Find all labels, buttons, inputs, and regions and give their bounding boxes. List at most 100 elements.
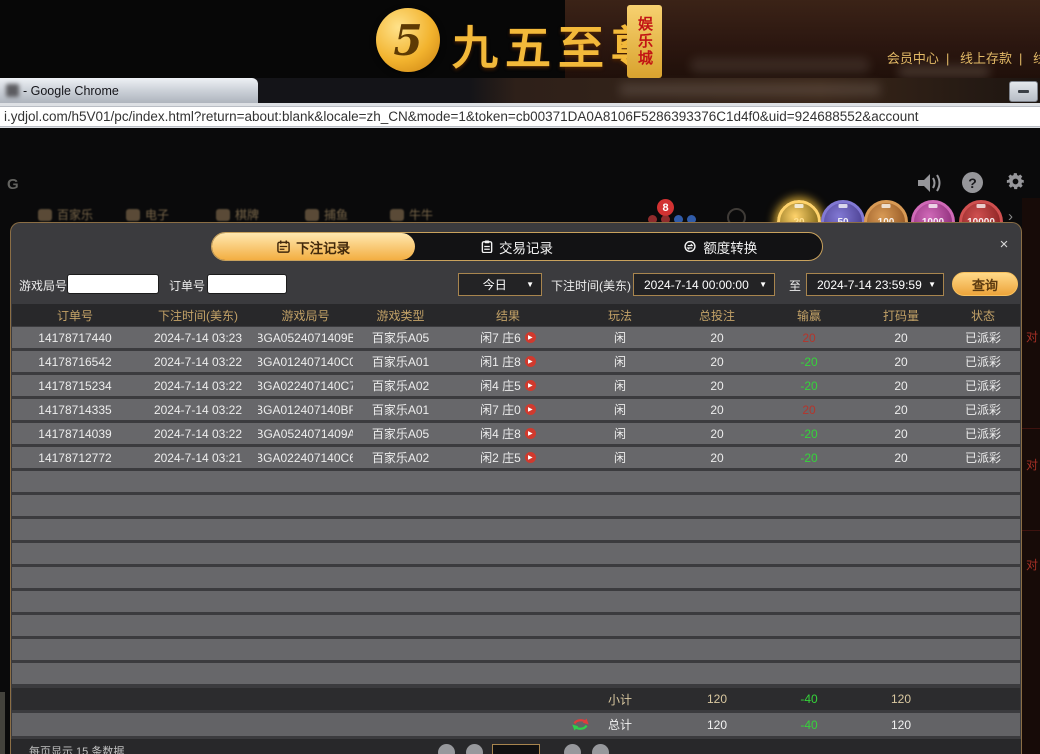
cell-round_no: BGA0524071409B xyxy=(258,331,353,345)
date-range-select[interactable]: 今日▼ xyxy=(458,273,542,296)
cell-status: 已派彩 xyxy=(946,425,1020,442)
cell-status: 已派彩 xyxy=(946,449,1020,466)
nav-item-cards[interactable]: 棋牌 xyxy=(216,206,259,223)
last-page-button[interactable] xyxy=(592,744,609,754)
column-header: 游戏局号 xyxy=(258,307,353,324)
cell-total_bet: 20 xyxy=(672,427,762,441)
site-logo-badge: 娱乐城 xyxy=(627,5,662,78)
per-page-text: 每页显示 15 条数据 xyxy=(29,743,124,754)
cell-bet_time: 2024-7-14 03:22 xyxy=(138,355,258,369)
cell-bet_time: 2024-7-14 03:22 xyxy=(138,427,258,441)
nav-item-fishing[interactable]: 捕鱼 xyxy=(305,206,348,223)
play-video-button[interactable]: ▶ xyxy=(525,452,536,463)
volume-icon[interactable] xyxy=(918,172,944,199)
summary-total-bet: 120 xyxy=(672,692,762,706)
cell-bet_time: 2024-7-14 03:23 xyxy=(138,331,258,345)
column-header: 打码量 xyxy=(856,307,946,324)
result-text: 闲7 庄6 xyxy=(480,329,521,346)
date-to-picker[interactable]: 2024-7-14 23:59:59▼ xyxy=(806,273,944,296)
cell-total_bet: 20 xyxy=(672,403,762,417)
help-icon[interactable] xyxy=(962,172,983,193)
empty-table-row xyxy=(12,567,1020,588)
underlay-text-fragment: 对 xyxy=(1026,328,1038,345)
prev-page-button[interactable] xyxy=(466,744,483,754)
underlay-divider xyxy=(1022,530,1040,531)
cell-turnover: 20 xyxy=(856,451,946,465)
first-page-button[interactable] xyxy=(438,744,455,754)
tab-bet-records[interactable]: 下注记录 xyxy=(212,233,415,260)
nav-online-deposit[interactable]: 线上存款 xyxy=(960,51,1012,66)
minimize-button[interactable] xyxy=(1009,81,1038,102)
settings-gear-icon[interactable] xyxy=(1004,170,1027,198)
table-row: 141787152342024-7-14 03:22BGA022407140C7… xyxy=(12,375,1020,396)
next-page-button[interactable] xyxy=(564,744,581,754)
cell-game_type: 百家乐A05 xyxy=(353,329,448,346)
play-video-button[interactable]: ▶ xyxy=(525,332,536,343)
cell-turnover: 20 xyxy=(856,379,946,393)
nav-truncated-link[interactable]: 线 xyxy=(1033,51,1040,66)
nav-separator: | xyxy=(946,51,949,66)
tab-credit-transfer[interactable]: 额度转换 xyxy=(619,233,822,260)
pagination: 每页显示 15 条数据 xyxy=(11,739,1022,754)
nav-member-center[interactable]: 会员中心 xyxy=(887,51,939,66)
cell-win: -20 xyxy=(762,451,856,465)
column-header: 玩法 xyxy=(568,307,672,324)
cell-turnover: 20 xyxy=(856,331,946,345)
summary-turnover: 120 xyxy=(856,718,946,732)
date-from-picker[interactable]: 2024-7-14 00:00:00▼ xyxy=(633,273,775,296)
nav-item-baccarat[interactable]: 百家乐 xyxy=(38,206,93,223)
coin-transfer-icon xyxy=(683,240,697,253)
play-video-button[interactable]: ▶ xyxy=(525,404,536,415)
window-title-area: - Google Chrome xyxy=(0,78,258,103)
cell-result: 闲7 庄0 ▶ xyxy=(448,401,568,418)
play-video-button[interactable]: ▶ xyxy=(525,428,536,439)
chevron-down-icon: ▼ xyxy=(928,280,943,289)
tab-transaction-records[interactable]: 交易记录 xyxy=(415,233,618,260)
summary-win: -40 xyxy=(762,718,856,732)
cell-game_type: 百家乐A02 xyxy=(353,377,448,394)
result-text: 闲4 庄5 xyxy=(480,377,521,394)
cell-game_type: 百家乐A05 xyxy=(353,425,448,442)
refresh-icon[interactable] xyxy=(572,717,589,735)
url-input[interactable]: i.ydjol.com/h5V01/pc/index.html?return=a… xyxy=(0,106,1040,127)
cell-round_no: BGA0524071409A xyxy=(258,427,353,441)
cell-play: 闲 xyxy=(568,377,672,394)
browser-urlbar: i.ydjol.com/h5V01/pc/index.html?return=a… xyxy=(0,103,1040,128)
nav-item-niuniu[interactable]: 牛牛 xyxy=(390,206,433,223)
notice-badge: 8 xyxy=(657,199,674,216)
order-no-input[interactable] xyxy=(207,274,287,294)
total-row: 总计120-40120 xyxy=(12,713,1020,736)
play-video-button[interactable]: ▶ xyxy=(525,356,536,367)
page-input[interactable] xyxy=(492,744,540,754)
cell-win: -20 xyxy=(762,355,856,369)
table-row: 141787165422024-7-14 03:22BGA012407140C0… xyxy=(12,351,1020,372)
empty-table-row xyxy=(12,639,1020,660)
cell-order_no: 14178715234 xyxy=(12,379,138,393)
cell-play: 闲 xyxy=(568,353,672,370)
underlay-text-fragment: 对 xyxy=(1026,456,1038,473)
cell-result: 闲2 庄5▶ xyxy=(448,449,568,466)
nav-item-slots[interactable]: 电子 xyxy=(126,206,169,223)
cell-win: -20 xyxy=(762,427,856,441)
empty-table-row xyxy=(12,519,1020,540)
summary-label: 小计 xyxy=(568,691,672,708)
close-icon[interactable]: × xyxy=(995,235,1013,253)
summary-turnover: 120 xyxy=(856,692,946,706)
cell-game_type: 百家乐A02 xyxy=(353,449,448,466)
underlay-edge xyxy=(0,692,5,754)
cell-turnover: 20 xyxy=(856,427,946,441)
cell-order_no: 14178714335 xyxy=(12,403,138,417)
cell-game_type: 百家乐A01 xyxy=(353,353,448,370)
table-row: 141787140392024-7-14 03:22BGA0524071409A… xyxy=(12,423,1020,444)
search-button[interactable]: 查询 xyxy=(952,272,1018,296)
game-round-input[interactable] xyxy=(67,274,159,294)
screen: 5 九五至尊 娱乐城 会员中心| 线上存款| 线 - Google Chrome… xyxy=(0,0,1040,754)
play-video-button[interactable]: ▶ xyxy=(525,380,536,391)
cell-turnover: 20 xyxy=(856,403,946,417)
column-header: 订单号 xyxy=(12,307,138,324)
result-text: 闲7 庄0 xyxy=(480,401,521,418)
bet-records-modal: 下注记录 交易记录 额度转换 × 游戏局号 订单号 今日▼ 下注时间(美东) 2… xyxy=(10,222,1022,754)
column-header: 游戏类型 xyxy=(353,307,448,324)
cell-play: 闲 xyxy=(568,329,672,346)
filter-bar: 游戏局号 订单号 今日▼ 下注时间(美东) 2024-7-14 00:00:00… xyxy=(11,269,1022,301)
